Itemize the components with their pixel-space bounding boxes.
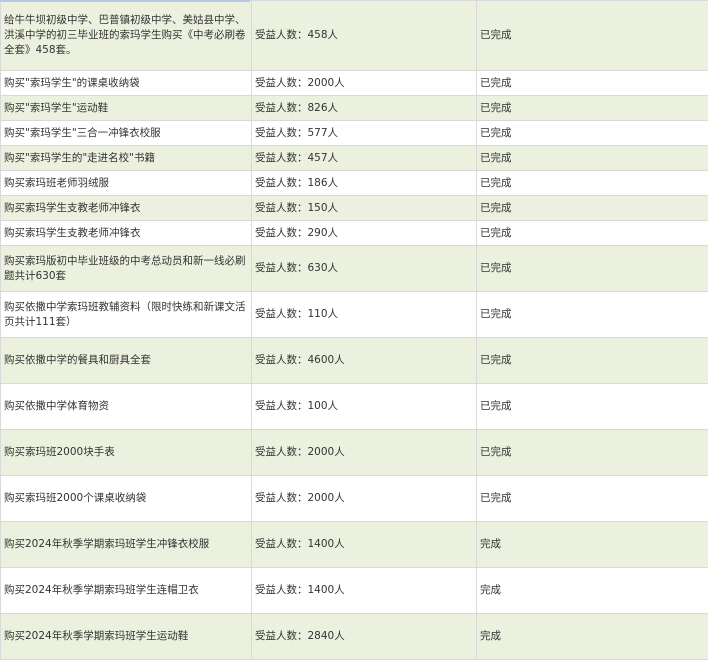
table-row: 购买"索玛学生"的课桌收纳袋 受益人数：2000人 已完成 (0, 70, 708, 96)
item-cell[interactable]: 给牛牛坝初级中学、巴普镇初级中学、美姑县中学、洪溪中学的初三毕业班的索玛学生购买… (0, 0, 252, 71)
table-row: 购买2024年秋季学期索玛班学生运动鞋 受益人数：2840人 完成 (0, 613, 708, 660)
item-cell[interactable]: 购买"索玛学生的"走进名校"书籍 (0, 145, 252, 171)
table-row: 购买"索玛学生"三合一冲锋衣校服 受益人数：577人 已完成 (0, 120, 708, 146)
table-row: 购买依撒中学索玛班教辅资料（限时快练和新课文活页共计111套） 受益人数：110… (0, 291, 708, 338)
status-cell[interactable]: 完成 (476, 521, 708, 568)
status-cell[interactable]: 已完成 (476, 170, 708, 196)
table-row: 购买2024年秋季学期索玛班学生连帽卫衣 受益人数：1400人 完成 (0, 567, 708, 614)
table-row: 给牛牛坝初级中学、巴普镇初级中学、美姑县中学、洪溪中学的初三毕业班的索玛学生购买… (0, 0, 708, 71)
beneficiaries-cell[interactable]: 受益人数：4600人 (251, 337, 477, 384)
status-cell[interactable]: 完成 (476, 613, 708, 660)
project-table: 给牛牛坝初级中学、巴普镇初级中学、美姑县中学、洪溪中学的初三毕业班的索玛学生购买… (0, 0, 708, 660)
status-cell[interactable]: 已完成 (476, 291, 708, 338)
beneficiaries-cell[interactable]: 受益人数：630人 (251, 245, 477, 292)
status-cell[interactable]: 已完成 (476, 70, 708, 96)
item-cell[interactable]: 购买2024年秋季学期索玛班学生连帽卫衣 (0, 567, 252, 614)
item-cell[interactable]: 购买索玛学生支教老师冲锋衣 (0, 220, 252, 246)
beneficiaries-cell[interactable]: 受益人数：150人 (251, 195, 477, 221)
status-cell[interactable]: 已完成 (476, 337, 708, 384)
table-row: 购买"索玛学生"运动鞋 受益人数：826人 已完成 (0, 95, 708, 121)
item-cell[interactable]: 购买依撒中学的餐具和厨具全套 (0, 337, 252, 384)
table-row: 购买索玛学生支教老师冲锋衣 受益人数：290人 已完成 (0, 220, 708, 246)
table-row: 购买索玛班老师羽绒服 受益人数：186人 已完成 (0, 170, 708, 196)
item-cell[interactable]: 购买依撒中学体育物资 (0, 383, 252, 430)
beneficiaries-cell[interactable]: 受益人数：100人 (251, 383, 477, 430)
item-cell[interactable]: 购买依撒中学索玛班教辅资料（限时快练和新课文活页共计111套） (0, 291, 252, 338)
status-cell[interactable]: 已完成 (476, 475, 708, 522)
status-cell[interactable]: 已完成 (476, 220, 708, 246)
table-row: 购买索玛版初中毕业班级的中考总动员和新一线必刷题共计630套 受益人数：630人… (0, 245, 708, 292)
table-row: 购买依撒中学体育物资 受益人数：100人 已完成 (0, 383, 708, 430)
item-cell[interactable]: 购买"索玛学生"运动鞋 (0, 95, 252, 121)
item-cell[interactable]: 购买索玛版初中毕业班级的中考总动员和新一线必刷题共计630套 (0, 245, 252, 292)
beneficiaries-cell[interactable]: 受益人数：2000人 (251, 429, 477, 476)
item-cell[interactable]: 购买索玛班2000个课桌收纳袋 (0, 475, 252, 522)
status-cell[interactable]: 已完成 (476, 95, 708, 121)
table-row: 购买2024年秋季学期索玛班学生冲锋衣校服 受益人数：1400人 完成 (0, 521, 708, 568)
spreadsheet-view: 给牛牛坝初级中学、巴普镇初级中学、美姑县中学、洪溪中学的初三毕业班的索玛学生购买… (0, 0, 708, 662)
selection-top-border (0, 0, 250, 2)
beneficiaries-cell[interactable]: 受益人数：186人 (251, 170, 477, 196)
table-row: 购买索玛学生支教老师冲锋衣 受益人数：150人 已完成 (0, 195, 708, 221)
item-cell[interactable]: 购买"索玛学生"的课桌收纳袋 (0, 70, 252, 96)
beneficiaries-cell[interactable]: 受益人数：826人 (251, 95, 477, 121)
item-cell[interactable]: 购买2024年秋季学期索玛班学生运动鞋 (0, 613, 252, 660)
table-row: 购买索玛班2000块手表 受益人数：2000人 已完成 (0, 429, 708, 476)
beneficiaries-cell[interactable]: 受益人数：2000人 (251, 475, 477, 522)
item-cell[interactable]: 购买2024年秋季学期索玛班学生冲锋衣校服 (0, 521, 252, 568)
status-cell[interactable]: 已完成 (476, 195, 708, 221)
beneficiaries-cell[interactable]: 受益人数：458人 (251, 0, 477, 71)
beneficiaries-cell[interactable]: 受益人数：2840人 (251, 613, 477, 660)
beneficiaries-cell[interactable]: 受益人数：577人 (251, 120, 477, 146)
status-cell[interactable]: 已完成 (476, 145, 708, 171)
status-cell[interactable]: 已完成 (476, 383, 708, 430)
table-row: 购买依撒中学的餐具和厨具全套 受益人数：4600人 已完成 (0, 337, 708, 384)
status-cell[interactable]: 已完成 (476, 429, 708, 476)
beneficiaries-cell[interactable]: 受益人数：110人 (251, 291, 477, 338)
item-cell[interactable]: 购买"索玛学生"三合一冲锋衣校服 (0, 120, 252, 146)
beneficiaries-cell[interactable]: 受益人数：1400人 (251, 567, 477, 614)
status-cell[interactable]: 完成 (476, 567, 708, 614)
beneficiaries-cell[interactable]: 受益人数：2000人 (251, 70, 477, 96)
beneficiaries-cell[interactable]: 受益人数：1400人 (251, 521, 477, 568)
status-cell[interactable]: 已完成 (476, 0, 708, 71)
item-cell[interactable]: 购买索玛学生支教老师冲锋衣 (0, 195, 252, 221)
status-cell[interactable]: 已完成 (476, 120, 708, 146)
table-row: 购买"索玛学生的"走进名校"书籍 受益人数：457人 已完成 (0, 145, 708, 171)
beneficiaries-cell[interactable]: 受益人数：457人 (251, 145, 477, 171)
item-cell[interactable]: 购买索玛班老师羽绒服 (0, 170, 252, 196)
item-cell[interactable]: 购买索玛班2000块手表 (0, 429, 252, 476)
beneficiaries-cell[interactable]: 受益人数：290人 (251, 220, 477, 246)
table-row: 购买索玛班2000个课桌收纳袋 受益人数：2000人 已完成 (0, 475, 708, 522)
status-cell[interactable]: 已完成 (476, 245, 708, 292)
